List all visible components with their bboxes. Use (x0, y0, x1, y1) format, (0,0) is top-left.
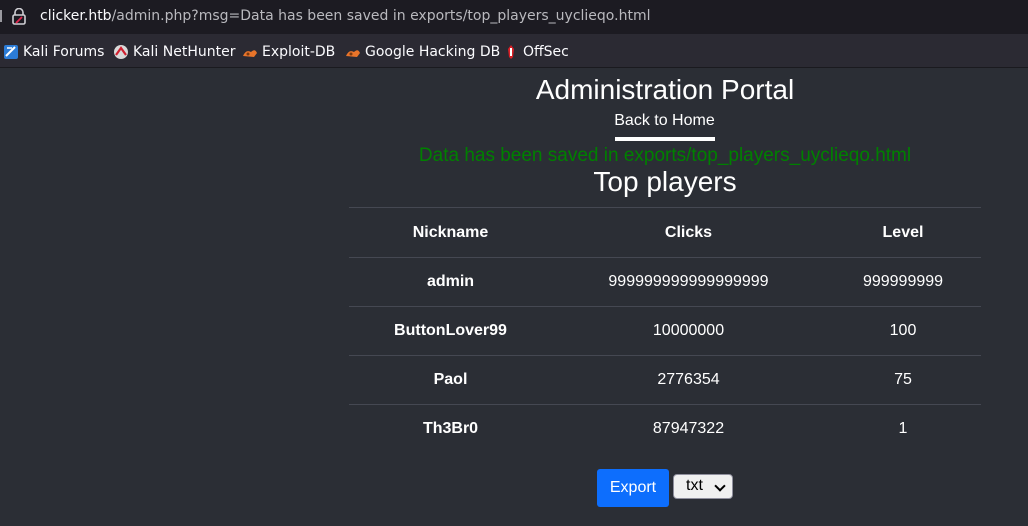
back-link-underline (615, 137, 715, 141)
offsec-icon (508, 45, 514, 59)
section-title: Top players (593, 166, 737, 197)
bookmark-offsec[interactable]: OffSec (503, 43, 569, 61)
table-row: ButtonLover99 10000000 100 (349, 306, 981, 356)
bookmark-kali-forums[interactable]: Kali Forums (3, 43, 104, 61)
header-clicks: Clicks (552, 207, 825, 258)
ghdb-icon (346, 50, 360, 57)
top-players-table: Nickname Clicks Level admin 999999999999… (349, 207, 981, 454)
nethunter-icon (114, 45, 128, 59)
page-content: Administration Portal Back to Home Data … (0, 68, 1028, 526)
cell-level: 100 (825, 306, 981, 356)
cell-nickname: Th3Br0 (349, 404, 552, 454)
address-bar-edge (0, 10, 4, 22)
chevron-down-icon (714, 480, 726, 492)
bookmark-label: Kali Forums (23, 44, 105, 60)
cell-level: 999999999 (825, 257, 981, 307)
cell-clicks: 999999999999999999 (552, 257, 825, 307)
header-level: Level (825, 207, 981, 258)
table-row: Paol 2776354 75 (349, 355, 981, 405)
table-row: admin 999999999999999999 999999999 (349, 257, 981, 307)
bookmark-label: OffSec (523, 44, 569, 60)
bookmark-kali-nethunter[interactable]: Kali NetHunter (113, 43, 235, 61)
cell-clicks: 2776354 (552, 355, 825, 405)
address-bar[interactable]: clicker.htb/admin.php?msg=Data has been … (0, 0, 1028, 34)
cell-clicks: 10000000 (552, 306, 825, 356)
bookmark-google-hacking-db[interactable]: Google Hacking DB (345, 43, 500, 61)
cell-nickname: Paol (349, 355, 552, 405)
bookmark-label: Kali NetHunter (133, 44, 236, 60)
cell-level: 1 (825, 404, 981, 454)
status-message: Data has been saved in exports/top_playe… (418, 145, 912, 166)
header-nickname: Nickname (349, 207, 552, 258)
cell-clicks: 87947322 (552, 404, 825, 454)
table-header-row: Nickname Clicks Level (349, 207, 981, 258)
export-format-value: txt (686, 477, 703, 494)
cell-level: 75 (825, 355, 981, 405)
table-row: Th3Br0 87947322 1 (349, 404, 981, 454)
exploit-db-icon (243, 50, 257, 57)
export-button[interactable]: Export (597, 469, 669, 507)
back-to-home-link[interactable]: Back to Home (614, 112, 715, 130)
kali-forums-icon (4, 45, 18, 59)
cell-nickname: admin (349, 257, 552, 307)
bookmark-label: Exploit-DB (262, 44, 336, 60)
bookmarks-toolbar: Kali Forums Kali NetHunter Exploit-DB Go… (0, 34, 1028, 68)
bookmark-label: Google Hacking DB (365, 44, 501, 60)
url-host: clicker.htb (40, 8, 112, 24)
page-title: Administration Portal (535, 74, 795, 105)
cell-nickname: ButtonLover99 (349, 306, 552, 356)
url-text[interactable]: clicker.htb/admin.php?msg=Data has been … (40, 8, 650, 24)
lock-icon[interactable] (12, 8, 26, 25)
url-path: /admin.php?msg=Data has been saved in ex… (111, 8, 651, 24)
bookmark-exploit-db[interactable]: Exploit-DB (242, 43, 335, 61)
export-format-select[interactable]: txt (673, 474, 733, 499)
